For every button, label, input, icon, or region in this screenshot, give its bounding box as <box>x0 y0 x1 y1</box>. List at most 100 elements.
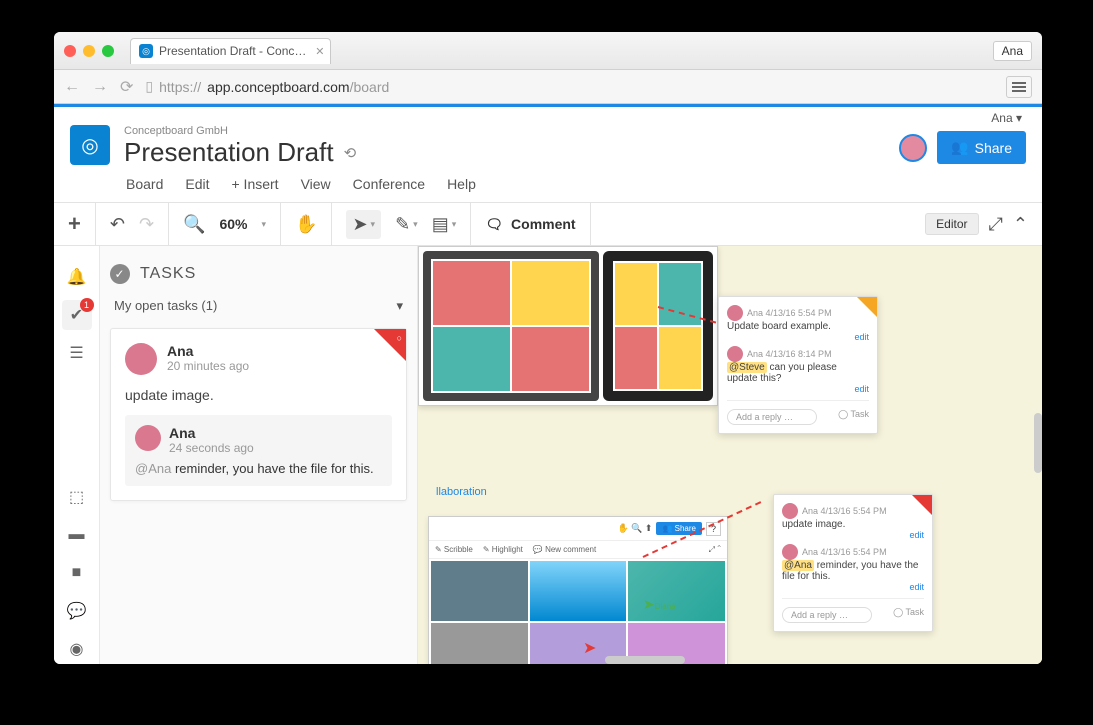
left-rail: 🔔 ✔1 ☰ ⬚ ▬ ■ 💬 ◉ <box>54 246 100 664</box>
share-label: Share <box>975 140 1012 156</box>
mention: @Ana <box>135 461 171 476</box>
tasks-icon[interactable]: ✔1 <box>62 300 92 330</box>
inner-tool: ✎ Highlight <box>483 545 523 554</box>
share-button[interactable]: 👥 Share <box>937 131 1026 164</box>
canvas-comment-card[interactable]: Ana 4/13/16 5:54 PM Update board example… <box>718 296 878 434</box>
menu-edit[interactable]: Edit <box>185 176 209 192</box>
url-prefix: https:// <box>159 79 201 95</box>
comment-button[interactable]: 🗨 Comment <box>485 216 575 233</box>
tab-close-icon[interactable]: ✕ <box>315 45 324 58</box>
video-icon[interactable]: ■ <box>62 558 92 588</box>
forward-icon[interactable]: → <box>92 78 108 96</box>
redo-icon[interactable]: ↷ <box>139 214 154 235</box>
add-icon[interactable]: + <box>68 211 81 237</box>
close-window-icon[interactable] <box>64 45 76 57</box>
reply-author: Ana <box>169 425 254 441</box>
tasks-badge: 1 <box>80 298 94 312</box>
pen-icon[interactable]: ✎▾ <box>395 214 418 235</box>
inner-tool: ✎ Scribble <box>435 545 473 554</box>
reply-body: @Ana reminder, you have the file for thi… <box>135 461 382 476</box>
browser-tab[interactable]: ◎ Presentation Draft - Conc… ✕ <box>130 38 331 64</box>
toolbar: + ↶ ↷ 🔍 60% ▾ ✋ ➤▾ ✎▾ ▤▾ 🗨 <box>54 202 1042 246</box>
browser-menu-icon[interactable] <box>1006 76 1032 98</box>
reply-text: reminder, you have the file for this. <box>171 461 373 476</box>
url-host: app.conceptboard.com <box>207 79 349 95</box>
presentation-icon[interactable]: ▬ <box>62 520 92 550</box>
edit-link[interactable]: edit <box>727 384 869 394</box>
page-icon: ▯ <box>145 78 153 95</box>
task-time: 20 minutes ago <box>167 359 249 373</box>
menu-help[interactable]: Help <box>447 176 476 192</box>
browser-profile-badge[interactable]: Ana <box>993 41 1032 61</box>
reload-icon[interactable]: ⟳ <box>120 77 133 97</box>
edit-link[interactable]: edit <box>782 530 924 540</box>
minimize-window-icon[interactable] <box>83 45 95 57</box>
canvas-comment-card[interactable]: Ana 4/13/16 5:54 PM update image. edit A… <box>773 494 933 632</box>
panel-title: ✓ TASKS <box>110 264 407 284</box>
favicon-icon: ◎ <box>139 44 153 58</box>
url-field[interactable]: ▯ https://app.conceptboard.com/board <box>145 78 994 95</box>
comment-meta: Ana 4/13/16 5:54 PM <box>802 547 887 557</box>
task-reply: Ana 24 seconds ago @Ana reminder, you ha… <box>125 415 392 486</box>
avatar <box>727 346 743 362</box>
menu-conference[interactable]: Conference <box>353 176 425 192</box>
task-author: Ana <box>167 343 249 359</box>
collapse-icon[interactable]: ⌃ <box>1013 214 1028 235</box>
undo-icon[interactable]: ↶ <box>110 214 125 235</box>
zoom-drop-icon[interactable]: ▾ <box>262 219 267 230</box>
fullscreen-icon[interactable]: ⤢ <box>989 214 1003 235</box>
mention: @Ana <box>782 560 814 571</box>
comment-meta: Ana 4/13/16 5:54 PM <box>747 308 832 318</box>
tasks-filter[interactable]: My open tasks (1) ▾ <box>110 298 407 314</box>
address-bar: ← → ⟳ ▯ https://app.conceptboard.com/boa… <box>54 70 1042 104</box>
task-card[interactable]: Ana 20 minutes ago update image. Ana 24 … <box>110 328 407 501</box>
menu-insert[interactable]: + Insert <box>231 176 278 192</box>
avatar <box>125 343 157 375</box>
zoom-level[interactable]: 60% <box>219 216 247 232</box>
chat-icon[interactable]: 💬 <box>62 596 92 626</box>
user-menu[interactable]: Ana ▾ <box>70 111 1026 125</box>
window-controls <box>64 45 114 57</box>
reply-time: 24 seconds ago <box>169 441 254 455</box>
task-toggle[interactable]: ◯ Task <box>893 607 924 618</box>
app-logo-icon[interactable]: ◎ <box>70 125 110 165</box>
select-rect-icon[interactable]: ⬚ <box>62 482 92 512</box>
comment-meta: Ana 4/13/16 8:14 PM <box>747 349 832 359</box>
task-flag-icon <box>374 329 406 361</box>
comment-text: Update board example. <box>727 321 869 332</box>
scrollbar[interactable] <box>605 656 685 664</box>
hand-icon[interactable]: ✋ <box>295 214 317 235</box>
comment-text: update image. <box>782 519 924 530</box>
task-toggle[interactable]: ◯ Task <box>838 409 869 420</box>
canvas[interactable]: Ana 4/13/16 5:54 PM Update board example… <box>418 246 1042 664</box>
comment-meta: Ana 4/13/16 5:54 PM <box>802 506 887 516</box>
tasks-panel: ✓ TASKS My open tasks (1) ▾ Ana 20 minut… <box>100 246 418 664</box>
filter-label: My open tasks (1) <box>114 298 217 314</box>
menu-board[interactable]: Board <box>126 176 163 192</box>
check-icon: ✓ <box>110 264 130 284</box>
panel-title-text: TASKS <box>140 265 196 283</box>
outline-icon[interactable]: ☰ <box>62 338 92 368</box>
app-header: Ana ▾ ◎ Conceptboard GmbH Presentation D… <box>54 107 1042 202</box>
scrollbar[interactable] <box>1034 413 1042 473</box>
edit-link[interactable]: edit <box>782 582 924 592</box>
chevron-down-icon: ▾ <box>396 298 403 314</box>
reply-input[interactable]: Add a reply … <box>727 409 817 425</box>
section-label: llaboration <box>436 486 487 498</box>
avatar <box>782 544 798 560</box>
role-badge[interactable]: Editor <box>925 213 978 235</box>
reply-input[interactable]: Add a reply … <box>782 607 872 623</box>
compass-icon[interactable]: ◉ <box>62 634 92 664</box>
back-icon[interactable]: ← <box>64 78 80 96</box>
menu-view[interactable]: View <box>301 176 331 192</box>
edit-link[interactable]: edit <box>727 332 869 342</box>
avatar <box>782 503 798 519</box>
board-title[interactable]: Presentation Draft ⟲ <box>124 137 885 168</box>
maximize-window-icon[interactable] <box>102 45 114 57</box>
note-icon[interactable]: ▤▾ <box>432 214 457 235</box>
pointer-icon[interactable]: ➤▾ <box>346 210 381 239</box>
people-icon: 👥 <box>951 139 968 156</box>
notifications-icon[interactable]: 🔔 <box>62 262 92 292</box>
zoom-icon[interactable]: 🔍 <box>183 214 205 235</box>
avatar[interactable] <box>899 134 927 162</box>
